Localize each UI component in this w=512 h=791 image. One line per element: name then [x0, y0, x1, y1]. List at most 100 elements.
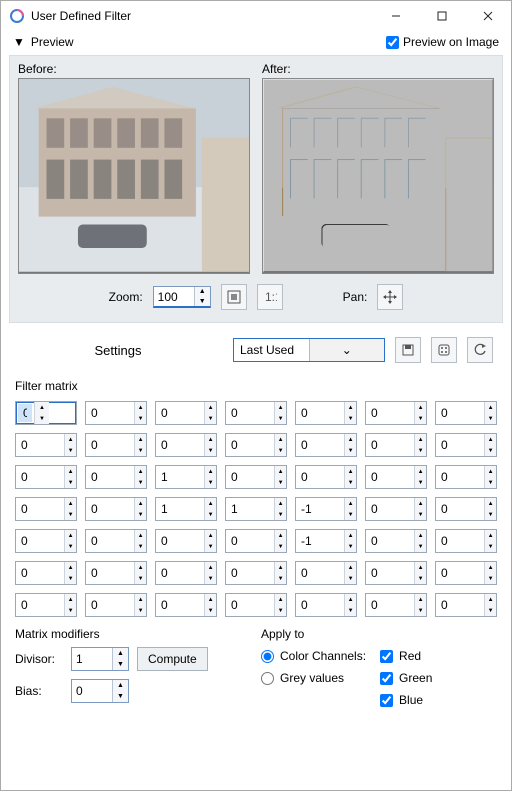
before-thumbnail[interactable] [18, 78, 250, 274]
compute-button[interactable]: Compute [137, 647, 208, 671]
cell-down[interactable]: ▼ [415, 413, 426, 424]
cell-down[interactable]: ▼ [205, 541, 216, 552]
actual-size-button[interactable]: 1:1 [257, 284, 283, 310]
cell-up[interactable]: ▲ [65, 466, 76, 477]
cell-down[interactable]: ▼ [135, 605, 146, 616]
matrix-input-5-0[interactable] [16, 562, 64, 584]
zoom-input[interactable] [154, 287, 194, 306]
matrix-cell-4-3[interactable]: ▲▼ [225, 529, 287, 553]
matrix-cell-3-6[interactable]: ▲▼ [435, 497, 497, 521]
matrix-cell-6-2[interactable]: ▲▼ [155, 593, 217, 617]
settings-combo[interactable]: Last Used ⌄ [233, 338, 385, 362]
matrix-cell-5-4[interactable]: ▲▼ [295, 561, 357, 585]
fit-window-button[interactable] [221, 284, 247, 310]
zoom-down[interactable]: ▼ [195, 297, 210, 307]
cell-up[interactable]: ▲ [205, 402, 216, 413]
cell-down[interactable]: ▼ [275, 413, 286, 424]
matrix-cell-6-3[interactable]: ▲▼ [225, 593, 287, 617]
cell-up[interactable]: ▲ [135, 594, 146, 605]
matrix-input-4-3[interactable] [226, 530, 274, 552]
matrix-input-1-6[interactable] [436, 434, 484, 456]
zoom-up[interactable]: ▲ [195, 287, 210, 297]
cell-down[interactable]: ▼ [275, 445, 286, 456]
matrix-cell-6-0[interactable]: ▲▼ [15, 593, 77, 617]
matrix-input-0-1[interactable] [86, 402, 134, 424]
matrix-input-6-5[interactable] [366, 594, 414, 616]
cell-down[interactable]: ▼ [485, 541, 496, 552]
cell-down[interactable]: ▼ [135, 573, 146, 584]
matrix-input-2-6[interactable] [436, 466, 484, 488]
matrix-input-1-5[interactable] [366, 434, 414, 456]
matrix-cell-5-5[interactable]: ▲▼ [365, 561, 427, 585]
cell-down[interactable]: ▼ [415, 477, 426, 488]
cell-down[interactable]: ▼ [345, 573, 356, 584]
matrix-cell-6-5[interactable]: ▲▼ [365, 593, 427, 617]
cell-down[interactable]: ▼ [275, 541, 286, 552]
cell-down[interactable]: ▼ [205, 573, 216, 584]
random-button[interactable] [431, 337, 457, 363]
bias-spinner[interactable]: ▲▼ [71, 679, 129, 703]
matrix-cell-0-5[interactable]: ▲▼ [365, 401, 427, 425]
collapse-icon[interactable]: ▼ [13, 35, 25, 49]
cell-down[interactable]: ▼ [65, 573, 76, 584]
matrix-cell-6-6[interactable]: ▲▼ [435, 593, 497, 617]
cell-down[interactable]: ▼ [415, 605, 426, 616]
matrix-input-4-5[interactable] [366, 530, 414, 552]
color-channels-input[interactable] [261, 650, 274, 663]
matrix-input-0-6[interactable] [436, 402, 484, 424]
cell-up[interactable]: ▲ [65, 562, 76, 573]
matrix-input-1-0[interactable] [16, 434, 64, 456]
matrix-input-1-1[interactable] [86, 434, 134, 456]
cell-up[interactable]: ▲ [415, 594, 426, 605]
cell-down[interactable]: ▼ [205, 445, 216, 456]
cell-up[interactable]: ▲ [205, 562, 216, 573]
cell-up[interactable]: ▲ [275, 498, 286, 509]
cell-up[interactable]: ▲ [345, 594, 356, 605]
chevron-down-icon[interactable]: ⌄ [309, 339, 385, 361]
cell-up[interactable]: ▲ [65, 594, 76, 605]
cell-up[interactable]: ▲ [345, 530, 356, 541]
matrix-input-2-1[interactable] [86, 466, 134, 488]
bias-up[interactable]: ▲ [113, 680, 128, 691]
matrix-cell-0-1[interactable]: ▲▼ [85, 401, 147, 425]
cell-up[interactable]: ▲ [135, 562, 146, 573]
matrix-input-1-3[interactable] [226, 434, 274, 456]
minimize-button[interactable] [373, 1, 419, 31]
matrix-input-3-0[interactable] [16, 498, 64, 520]
cell-up[interactable]: ▲ [275, 530, 286, 541]
cell-up[interactable]: ▲ [415, 434, 426, 445]
matrix-input-0-2[interactable] [156, 402, 204, 424]
cell-up[interactable]: ▲ [275, 466, 286, 477]
grey-values-input[interactable] [261, 672, 274, 685]
matrix-cell-4-4[interactable]: ▲▼ [295, 529, 357, 553]
matrix-input-4-4[interactable] [296, 530, 344, 552]
zoom-spinner[interactable]: ▲▼ [153, 286, 211, 308]
matrix-input-6-3[interactable] [226, 594, 274, 616]
matrix-input-2-3[interactable] [226, 466, 274, 488]
matrix-cell-2-0[interactable]: ▲▼ [15, 465, 77, 489]
matrix-input-4-0[interactable] [16, 530, 64, 552]
matrix-cell-1-2[interactable]: ▲▼ [155, 433, 217, 457]
matrix-cell-5-0[interactable]: ▲▼ [15, 561, 77, 585]
cell-down[interactable]: ▼ [345, 413, 356, 424]
matrix-cell-1-6[interactable]: ▲▼ [435, 433, 497, 457]
cell-up[interactable]: ▲ [415, 402, 426, 413]
bias-down[interactable]: ▼ [113, 691, 128, 702]
cell-down[interactable]: ▼ [135, 541, 146, 552]
matrix-input-5-1[interactable] [86, 562, 134, 584]
matrix-input-3-3[interactable] [226, 498, 274, 520]
cell-down[interactable]: ▼ [65, 445, 76, 456]
matrix-cell-2-6[interactable]: ▲▼ [435, 465, 497, 489]
green-checkbox[interactable]: Green [380, 671, 432, 685]
matrix-input-5-3[interactable] [226, 562, 274, 584]
matrix-input-1-2[interactable] [156, 434, 204, 456]
matrix-cell-1-1[interactable]: ▲▼ [85, 433, 147, 457]
cell-up[interactable]: ▲ [135, 498, 146, 509]
cell-down[interactable]: ▼ [65, 477, 76, 488]
matrix-cell-4-0[interactable]: ▲▼ [15, 529, 77, 553]
cell-up[interactable]: ▲ [35, 402, 49, 413]
cell-down[interactable]: ▼ [65, 605, 76, 616]
matrix-input-2-0[interactable] [16, 466, 64, 488]
cell-up[interactable]: ▲ [485, 530, 496, 541]
cell-up[interactable]: ▲ [135, 402, 146, 413]
